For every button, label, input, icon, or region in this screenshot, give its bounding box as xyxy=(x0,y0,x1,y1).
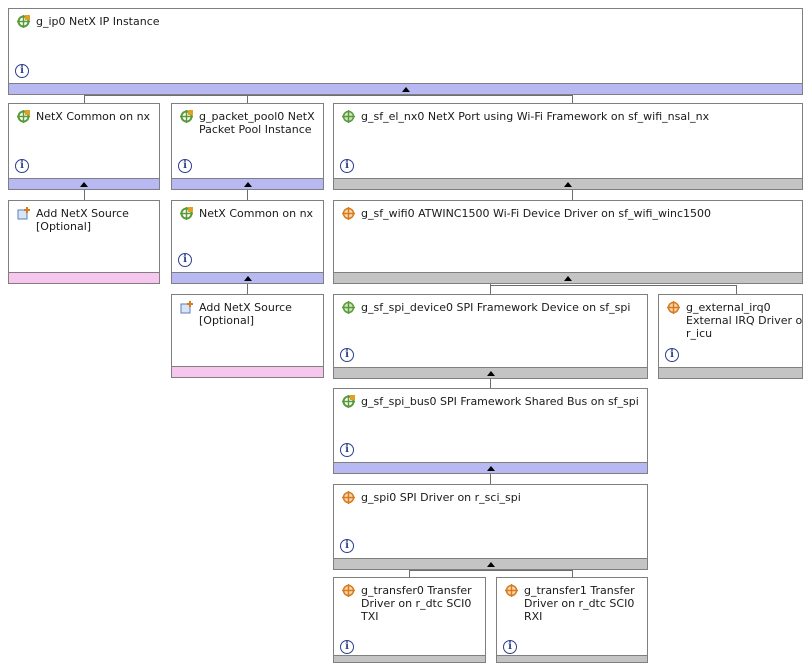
module-transfer0[interactable]: g_transfer0 Transfer Driver on r_dtc SCI… xyxy=(333,577,486,663)
module-sf-spi-device0[interactable]: g_sf_spi_device0 SPI Framework Device on… xyxy=(333,294,648,379)
collapse-bar[interactable] xyxy=(333,655,486,663)
collapse-arrow-icon xyxy=(486,466,495,471)
module-title: NetX Common on nx xyxy=(36,110,151,123)
module-add-netx-source-2[interactable]: Add NetX Source [Optional] xyxy=(171,294,324,378)
collapse-bar[interactable] xyxy=(8,83,803,95)
module-sf-wifi0[interactable]: g_sf_wifi0 ATWINC1500 Wi-Fi Device Drive… xyxy=(333,200,803,284)
module-title: g_sf_spi_bus0 SPI Framework Shared Bus o… xyxy=(361,395,639,408)
collapse-arrow-icon xyxy=(401,87,410,92)
module-green-gear-icon xyxy=(180,110,193,123)
collapse-bar[interactable] xyxy=(496,655,648,663)
module-sf-spi-bus0[interactable]: g_sf_spi_bus0 SPI Framework Shared Bus o… xyxy=(333,388,648,474)
collapse-arrow-icon xyxy=(243,276,252,281)
info-icon[interactable]: i xyxy=(340,443,354,457)
info-icon[interactable]: i xyxy=(178,159,192,173)
collapse-bar[interactable] xyxy=(171,178,324,190)
module-title: g_external_irq0 External IRQ Driver on r… xyxy=(686,301,803,340)
collapse-bar[interactable] xyxy=(333,178,803,190)
add-component-icon xyxy=(180,301,193,314)
info-icon[interactable]: i xyxy=(178,253,192,267)
module-transfer1[interactable]: g_transfer1 Transfer Driver on r_dtc SCI… xyxy=(496,577,648,663)
collapse-bar[interactable] xyxy=(658,367,803,379)
collapse-bar[interactable] xyxy=(333,558,648,570)
module-sf-el-nx0[interactable]: g_sf_el_nx0 NetX Port using Wi-Fi Framew… xyxy=(333,103,803,190)
module-spi0[interactable]: g_spi0 SPI Driver on r_sci_spi i xyxy=(333,484,648,570)
module-packet-pool0[interactable]: g_packet_pool0 NetX Packet Pool Instance… xyxy=(171,103,324,190)
collapse-bar[interactable] xyxy=(8,272,160,284)
collapse-arrow-icon xyxy=(486,562,495,567)
collapse-bar[interactable] xyxy=(333,462,648,474)
collapse-arrow-icon xyxy=(564,276,572,281)
module-orange-crosshair-icon xyxy=(342,491,355,504)
info-icon[interactable]: i xyxy=(340,640,354,654)
collapse-bar[interactable] xyxy=(333,272,803,284)
info-icon[interactable]: i xyxy=(340,348,354,362)
info-icon[interactable]: i xyxy=(340,159,354,173)
module-title: NetX Common on nx xyxy=(199,207,314,220)
module-title: g_ip0 NetX IP Instance xyxy=(36,15,160,28)
module-title: g_packet_pool0 NetX Packet Pool Instance xyxy=(199,110,315,136)
module-green-gear-icon xyxy=(17,110,30,123)
module-green-gear-icon xyxy=(17,15,30,28)
add-component-icon xyxy=(17,207,30,220)
collapse-arrow-icon xyxy=(80,182,88,187)
module-add-netx-source-1[interactable]: Add NetX Source [Optional] xyxy=(8,200,160,284)
module-title: Add NetX Source [Optional] xyxy=(199,301,292,327)
collapse-bar[interactable] xyxy=(8,178,160,190)
module-orange-crosshair-icon xyxy=(342,584,355,597)
module-orange-crosshair-icon xyxy=(505,584,518,597)
module-title: g_spi0 SPI Driver on r_sci_spi xyxy=(361,491,521,504)
collapse-arrow-icon xyxy=(243,182,252,187)
info-icon[interactable]: i xyxy=(340,539,354,553)
module-title: g_transfer1 Transfer Driver on r_dtc SCI… xyxy=(524,584,635,623)
module-title: g_sf_wifi0 ATWINC1500 Wi-Fi Device Drive… xyxy=(361,207,712,220)
module-orange-crosshair-icon xyxy=(667,301,680,314)
collapse-bar[interactable] xyxy=(171,272,324,284)
info-icon[interactable]: i xyxy=(15,159,29,173)
info-icon[interactable]: i xyxy=(15,64,29,78)
collapse-bar[interactable] xyxy=(171,366,324,378)
module-orange-crosshair-icon xyxy=(342,207,355,220)
module-nx-common-2[interactable]: NetX Common on nx i xyxy=(171,200,324,284)
collapse-arrow-icon xyxy=(486,371,495,376)
info-icon[interactable]: i xyxy=(665,348,679,362)
module-external-irq0[interactable]: g_external_irq0 External IRQ Driver on r… xyxy=(658,294,803,379)
collapse-arrow-icon xyxy=(564,182,572,187)
info-icon[interactable]: i xyxy=(503,640,517,654)
module-green-gear-icon xyxy=(342,395,355,408)
module-title: g_sf_el_nx0 NetX Port using Wi-Fi Framew… xyxy=(361,110,710,123)
module-title: Add NetX Source [Optional] xyxy=(36,207,129,233)
module-title: g_sf_spi_device0 SPI Framework Device on… xyxy=(361,301,631,314)
module-green-gear-icon xyxy=(180,207,193,220)
module-title: g_transfer0 Transfer Driver on r_dtc SCI… xyxy=(361,584,472,623)
module-ip0[interactable]: g_ip0 NetX IP Instance i xyxy=(8,8,803,95)
module-nx-common-1[interactable]: NetX Common on nx i xyxy=(8,103,160,190)
module-green-crosshair-icon xyxy=(342,110,355,123)
collapse-bar[interactable] xyxy=(333,367,648,379)
module-green-crosshair-icon xyxy=(342,301,355,314)
